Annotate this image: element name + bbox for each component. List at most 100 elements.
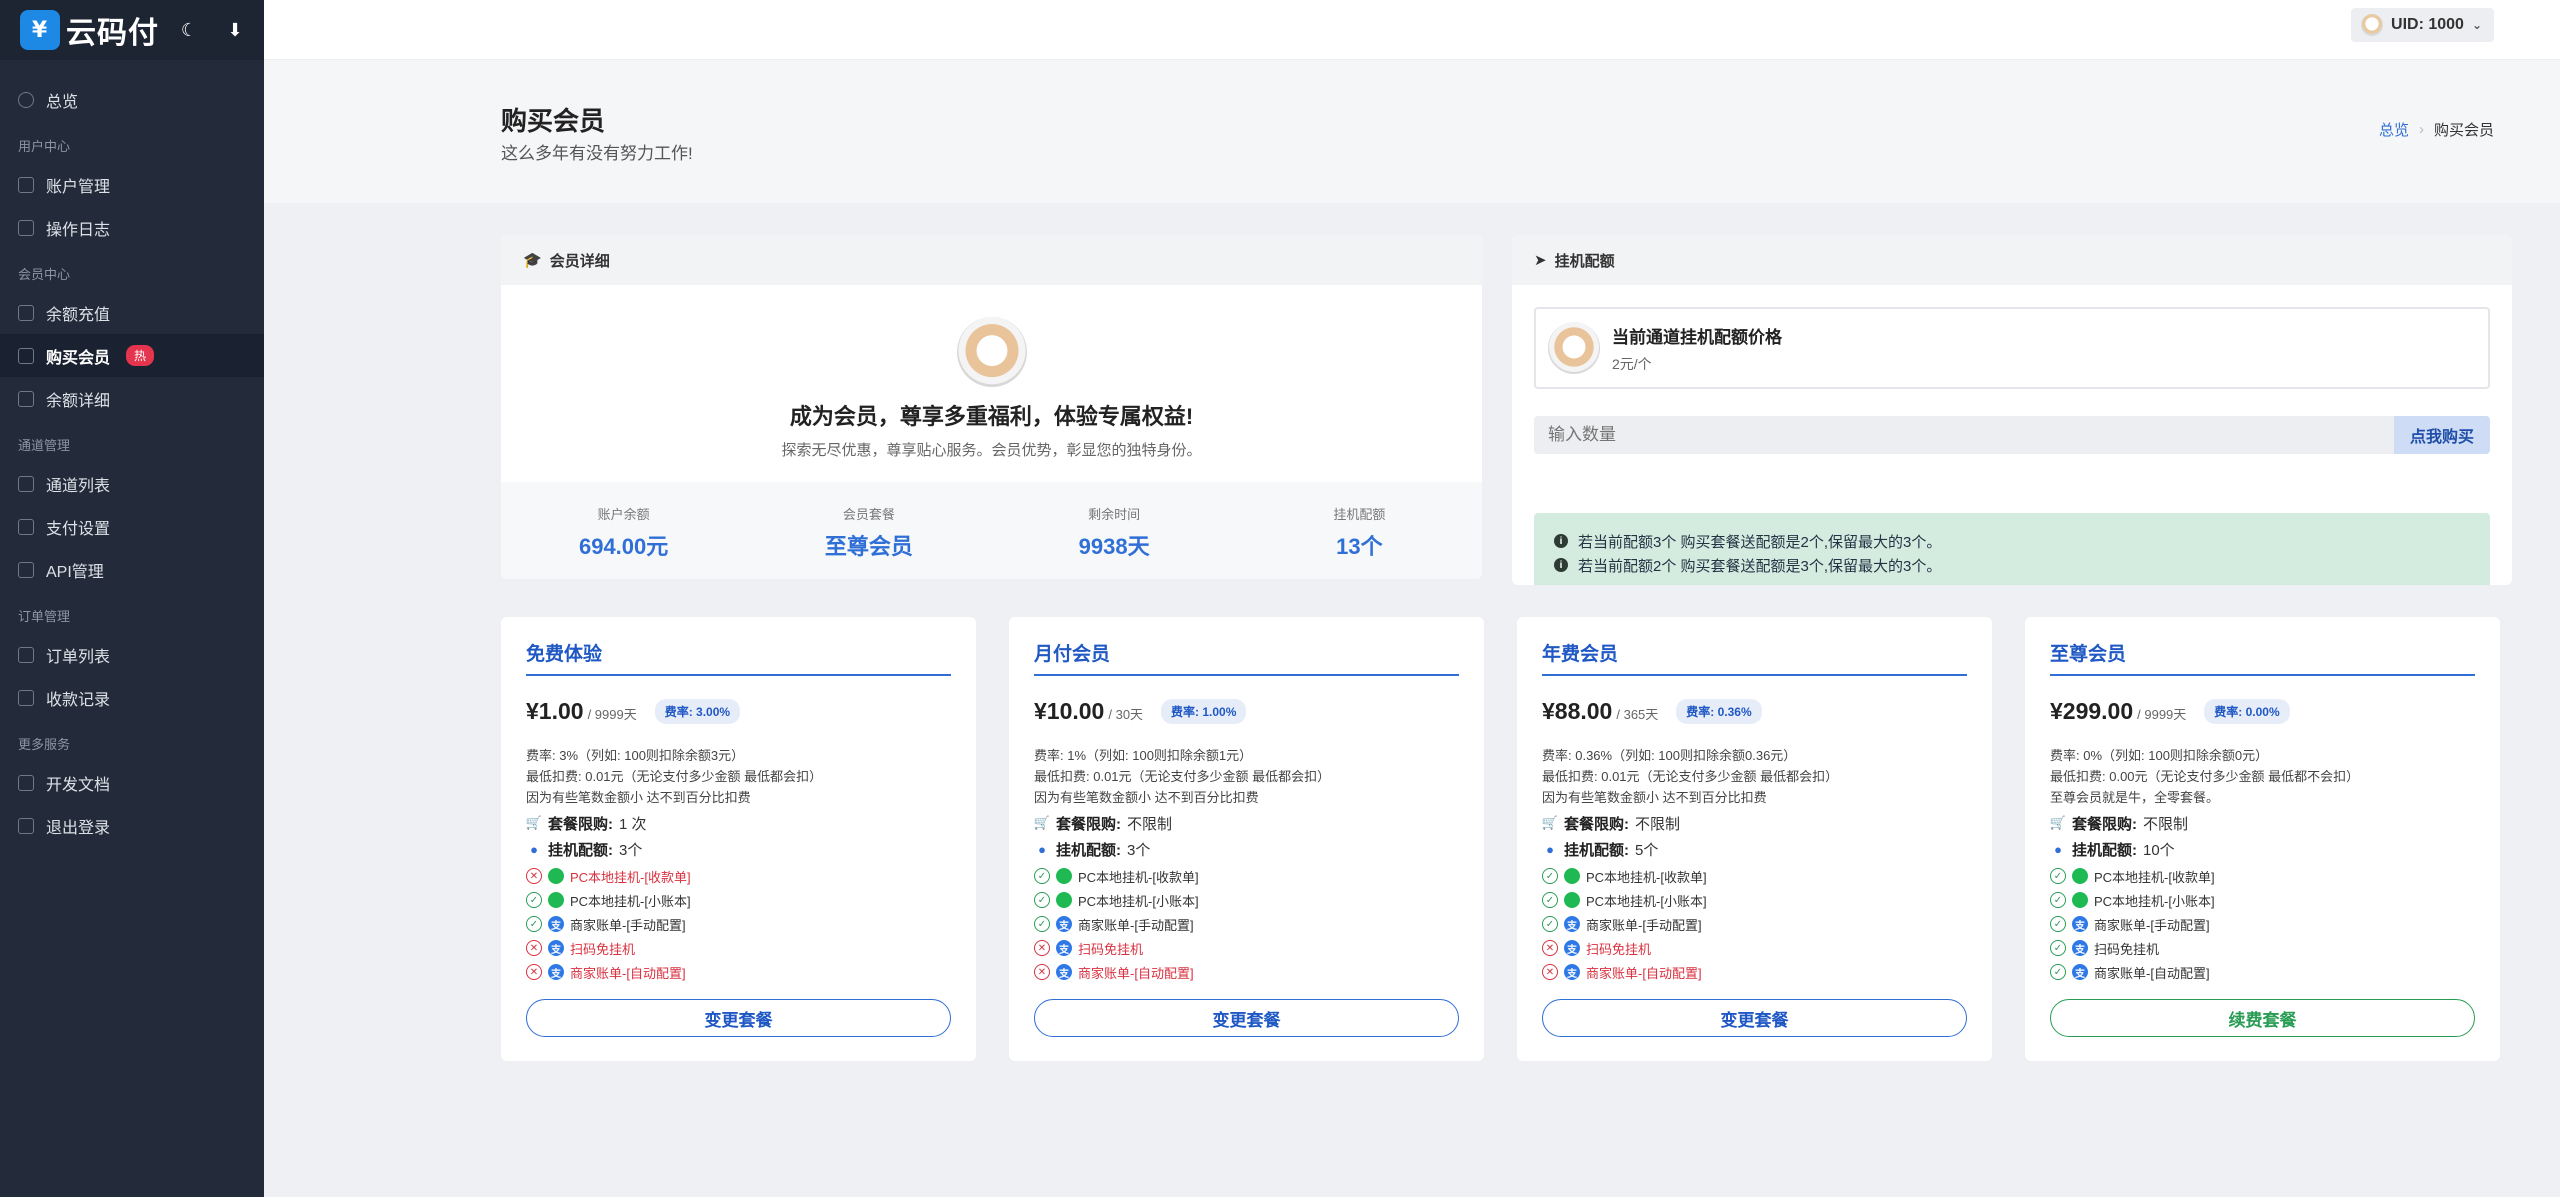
sidebar-item-3[interactable]: 操作日志 bbox=[0, 206, 264, 249]
plan-card: 月付会员 ¥10.00/ 30天 费率: 1.00% 费率: 1%（列如: 100则扣… bbox=[1009, 617, 1484, 1061]
quota-allowance: ● 挂机配额: 3个 bbox=[1034, 838, 1459, 860]
breadcrumb-home-link[interactable]: 总览 bbox=[2379, 119, 2409, 140]
member-tagline: 探索无尽优惠，尊享贴心服务。会员优势，彰显您的独特身份。 bbox=[781, 442, 1202, 459]
sidebar-item-6[interactable]: 购买会员热 bbox=[0, 334, 264, 377]
cross-icon: ✕ bbox=[526, 868, 542, 884]
quota-card-title: 挂机配额 bbox=[1554, 252, 1615, 270]
feature-item: ✕ 支扫码免挂机 bbox=[1034, 936, 1459, 960]
gift-icon bbox=[18, 347, 34, 364]
stat-0: 账户余额 694.00元 bbox=[501, 482, 746, 579]
feature-item: ✓ PC本地挂机-[小账本] bbox=[526, 888, 951, 912]
feature-text: PC本地挂机-[收款单] bbox=[1586, 869, 1707, 885]
feature-item: ✕ PC本地挂机-[收款单] bbox=[526, 864, 951, 888]
feature-item: ✓ PC本地挂机-[小账本] bbox=[1542, 888, 1967, 912]
limit-label: 套餐限购: bbox=[548, 815, 613, 833]
plan-price: ¥1.00 bbox=[526, 698, 584, 724]
app-name: 云码付 bbox=[66, 16, 159, 51]
sidebar-item-7[interactable]: 余额详细 bbox=[0, 377, 264, 420]
check-icon: ✓ bbox=[1034, 916, 1050, 932]
description-line: 最低扣费: 0.00元（无论支付多少金额 最低都不会扣） bbox=[2050, 769, 2360, 784]
sidebar-header: ¥ 云码付 ☾ ⬇ bbox=[0, 0, 264, 60]
feature-text: PC本地挂机-[小账本] bbox=[570, 893, 691, 909]
change-plan-button[interactable]: 变更套餐 bbox=[1034, 999, 1459, 1037]
pin-icon[interactable]: ⬇ bbox=[219, 14, 251, 46]
quota-price-title: 当前通道挂机配额价格 bbox=[1612, 327, 1782, 347]
quota-value: 3个 bbox=[619, 841, 643, 859]
feature-item: ✕ 支商家账单-[自动配置] bbox=[1034, 960, 1459, 984]
stat-value: 694.00元 bbox=[578, 534, 669, 559]
sidebar-item-14[interactable]: 收款记录 bbox=[0, 676, 264, 719]
feature-text: 扫码免挂机 bbox=[1586, 941, 1652, 957]
plan-price: ¥88.00 bbox=[1542, 698, 1613, 724]
stat-value: 9938天 bbox=[1078, 534, 1150, 559]
alipay-icon: 支 bbox=[2072, 916, 2088, 932]
sidebar-item-label: API管理 bbox=[46, 563, 104, 581]
plan-period: / 365天 bbox=[1616, 707, 1659, 722]
dark-mode-toggle-icon[interactable]: ☾ bbox=[173, 14, 205, 46]
user-menu-button[interactable]: UID: 1000 ⌄ bbox=[2351, 8, 2494, 42]
sidebar-item-16[interactable]: 开发文档 bbox=[0, 761, 264, 804]
description-line: 最低扣费: 0.01元（无论支付多少金额 最低都会扣） bbox=[1542, 769, 1839, 784]
buy-quota-button[interactable]: 点我购买 bbox=[2394, 416, 2490, 454]
stat-label: 挂机配额 bbox=[1333, 507, 1386, 522]
feature-list: ✓ PC本地挂机-[收款单] ✓ PC本地挂机-[小账本] ✓ 支商家账单-[手动配置] ✓… bbox=[2050, 864, 2475, 984]
quantity-input[interactable] bbox=[1534, 416, 2394, 454]
purchase-limit: 🛒 套餐限购: 1 次 bbox=[526, 812, 951, 834]
quota-allowance: ● 挂机配额: 3个 bbox=[526, 838, 951, 860]
description-line: 因为有些笔数金额小 达不到百分比扣费 bbox=[1034, 790, 1259, 805]
plan-period: / 9999天 bbox=[587, 707, 637, 722]
renew-plan-button[interactable]: 续费套餐 bbox=[2050, 999, 2475, 1037]
sidebar-item-13[interactable]: 订单列表 bbox=[0, 633, 264, 676]
page-subtitle: 这么多年有没有努力工作! bbox=[501, 144, 693, 163]
sidebar-nav: 总览 用户中心 账户管理 操作日志 会员中心 余额充值 购买会员热余额详细 通道管理 通道列表支… bbox=[0, 60, 264, 847]
feature-item: ✓ PC本地挂机-[收款单] bbox=[1034, 864, 1459, 888]
feature-text: PC本地挂机-[小账本] bbox=[1586, 893, 1707, 909]
sidebar-item-17[interactable]: 退出登录 bbox=[0, 804, 264, 847]
app-logo[interactable]: ¥ 云码付 bbox=[20, 8, 159, 52]
alipay-icon: 支 bbox=[2072, 964, 2088, 980]
description-line: 因为有些笔数金额小 达不到百分比扣费 bbox=[1542, 790, 1767, 805]
alipay-icon: 支 bbox=[1056, 940, 1072, 956]
wechat-icon bbox=[1056, 892, 1072, 908]
wallet-icon bbox=[18, 304, 34, 321]
wechat-icon bbox=[1564, 892, 1580, 908]
plan-description: 费率: 1%（列如: 100则扣除余额1元） 最低扣费: 0.01元（无论支付多少… bbox=[1034, 745, 1459, 808]
description-line: 至尊会员就是牛，全零套餐。 bbox=[2050, 790, 2220, 805]
quota-price-box: 当前通道挂机配额价格 2元/个 bbox=[1534, 307, 2490, 389]
change-plan-button[interactable]: 变更套餐 bbox=[526, 999, 951, 1037]
description-line: 最低扣费: 0.01元（无论支付多少金额 最低都会扣） bbox=[1034, 769, 1331, 784]
feature-text: PC本地挂机-[收款单] bbox=[1078, 869, 1199, 885]
quota-purchase-row: 点我购买 bbox=[1534, 416, 2490, 454]
feature-item: ✕ 支扫码免挂机 bbox=[526, 936, 951, 960]
quota-label: 挂机配额: bbox=[1564, 841, 1629, 859]
cross-icon: ✕ bbox=[526, 940, 542, 956]
sidebar-item-11[interactable]: API管理 bbox=[0, 548, 264, 591]
check-icon: ✓ bbox=[1542, 892, 1558, 908]
cart-icon: 🛒 bbox=[2049, 815, 2067, 830]
hot-badge: 热 bbox=[126, 345, 155, 366]
member-stats: 账户余额 694.00元 会员套餐 至尊会员 剩余时间 9938天 挂机配额 13个 bbox=[501, 482, 1482, 579]
member-details-card: 🎓 会员详细 成为会员，尊享多重福利，体验专属权益! 探索无尽优惠，尊享贴心服务… bbox=[501, 235, 1482, 579]
feature-item: ✕ 支扫码免挂机 bbox=[1542, 936, 1967, 960]
member-avatar bbox=[956, 317, 1027, 387]
stat-value: 至尊会员 bbox=[824, 534, 913, 559]
notice-text: 若当前配额2个 购买套餐送配额是3个,保留最大的3个。 bbox=[1578, 557, 1942, 575]
check-icon: ✓ bbox=[526, 916, 542, 932]
cross-icon: ✕ bbox=[1542, 964, 1558, 980]
sidebar-item-0[interactable]: 总览 bbox=[0, 78, 264, 121]
sidebar-item-2[interactable]: 账户管理 bbox=[0, 163, 264, 206]
check-icon: ✓ bbox=[1542, 868, 1558, 884]
cart-icon: 🛒 bbox=[525, 815, 543, 830]
feature-text: 商家账单-[手动配置] bbox=[1078, 917, 1194, 933]
quota-allowance: ● 挂机配额: 5个 bbox=[1542, 838, 1967, 860]
wechat-icon bbox=[2072, 868, 2088, 884]
user-icon bbox=[18, 176, 34, 193]
check-icon: ✓ bbox=[2050, 916, 2066, 932]
alipay-icon: 支 bbox=[1564, 964, 1580, 980]
sidebar-item-10[interactable]: 支付设置 bbox=[0, 505, 264, 548]
sidebar-item-5[interactable]: 余额充值 bbox=[0, 291, 264, 334]
logo-icon: ¥ bbox=[20, 10, 60, 50]
sidebar-item-9[interactable]: 通道列表 bbox=[0, 462, 264, 505]
change-plan-button[interactable]: 变更套餐 bbox=[1542, 999, 1967, 1037]
plan-name: 年费会员 bbox=[1542, 639, 1967, 676]
